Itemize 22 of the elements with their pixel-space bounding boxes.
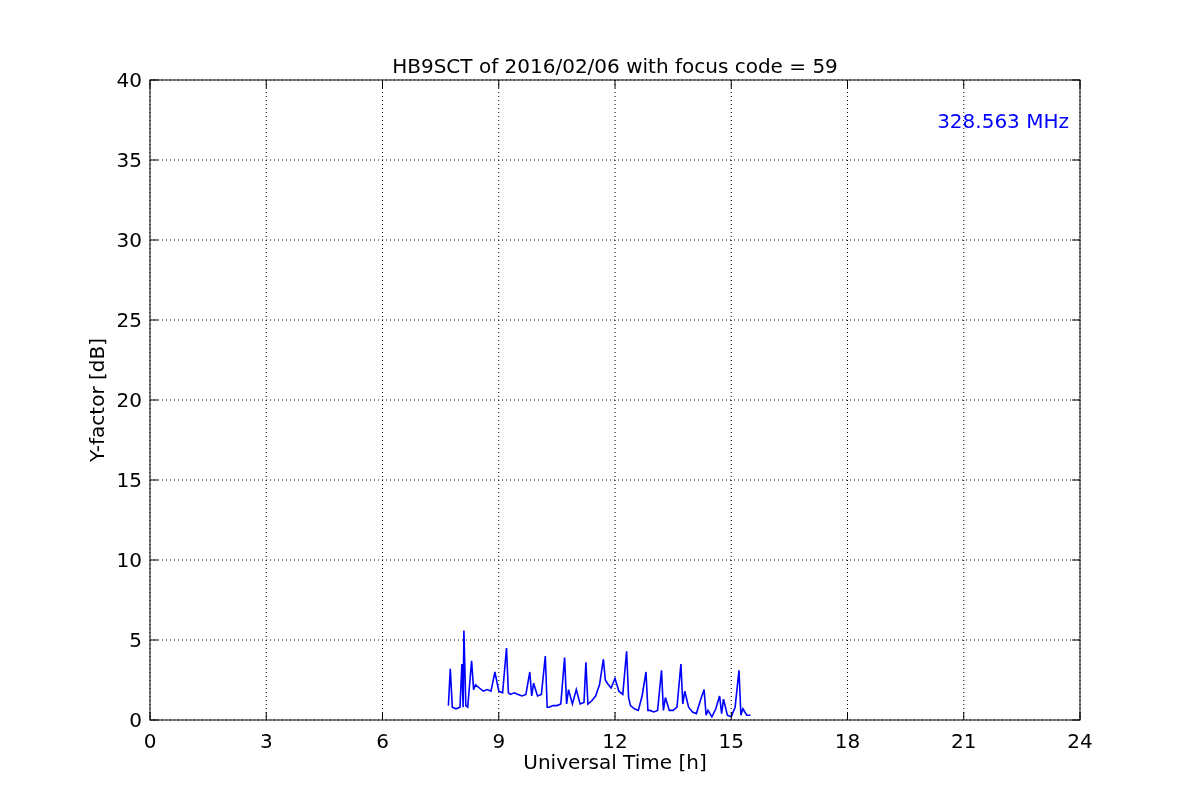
y-tick-label: 0: [129, 708, 142, 732]
y-tick-label: 10: [116, 548, 142, 572]
x-tick-label: 0: [143, 729, 157, 753]
x-tick-label: 3: [259, 729, 273, 753]
y-tick-label: 20: [116, 388, 142, 412]
y-tick-label: 40: [116, 68, 142, 92]
x-tick-label: 24: [1067, 729, 1093, 753]
x-tick-label: 15: [718, 729, 744, 753]
x-tick-label: 18: [834, 729, 861, 753]
chart-title: HB9SCT of 2016/02/06 with focus code = 59: [392, 54, 838, 78]
x-axis-label: Universal Time [h]: [523, 750, 707, 774]
x-tick-label: 12: [602, 729, 628, 753]
y-tick-label: 30: [116, 228, 142, 252]
y-axis-label: Y-factor [dB]: [85, 338, 109, 462]
series-label: 328.563 MHz: [937, 109, 1069, 133]
x-tick-label: 6: [376, 729, 389, 753]
x-tick-label: 9: [492, 729, 506, 753]
y-tick-label: 15: [116, 468, 142, 492]
y-tick-label: 35: [116, 148, 142, 172]
y-tick-label: 25: [116, 308, 142, 332]
y-tick-label: 5: [129, 628, 142, 652]
x-tick-label: 21: [951, 729, 977, 753]
